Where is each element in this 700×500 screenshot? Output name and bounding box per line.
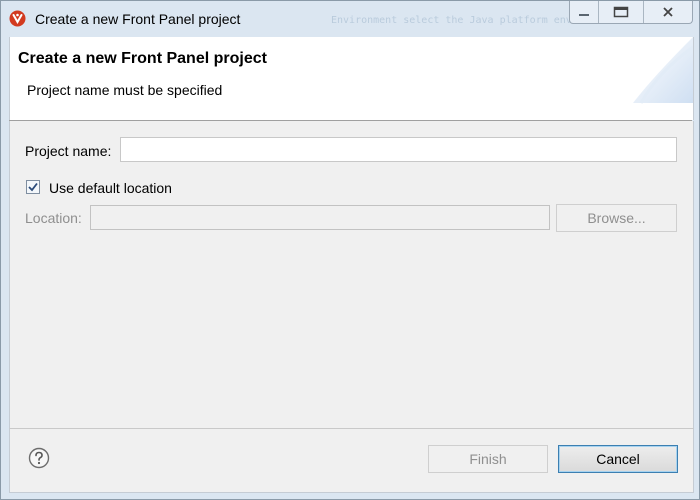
minimize-button[interactable] [570, 1, 598, 23]
finish-button[interactable]: Finish [428, 445, 548, 473]
dialog-window: Create a new Front Panel project Environ… [0, 0, 700, 500]
error-message: Project name must be specified [27, 82, 223, 98]
window-title: Create a new Front Panel project [35, 11, 241, 27]
help-icon[interactable] [28, 447, 50, 469]
cancel-button[interactable]: Cancel [558, 445, 678, 473]
minimize-icon [579, 14, 589, 16]
window-controls [569, 1, 693, 24]
dialog-footer: Finish Cancel [9, 428, 694, 493]
wizard-banner-graphic [633, 37, 693, 104]
use-default-location-checkbox[interactable] [26, 180, 40, 194]
form-area: Project name: Use default location Locat… [9, 121, 694, 428]
project-name-label: Project name: [25, 143, 112, 159]
maximize-button[interactable] [598, 1, 643, 23]
browse-button[interactable]: Browse... [556, 204, 677, 232]
eclipse-app-icon [9, 10, 26, 27]
wizard-header: Create a new Front Panel project Project… [9, 37, 694, 120]
location-label: Location: [25, 210, 82, 226]
close-button[interactable] [643, 1, 692, 23]
page-title: Create a new Front Panel project [18, 50, 267, 67]
close-icon [663, 7, 673, 17]
maximize-icon [613, 6, 629, 18]
location-input[interactable] [90, 205, 550, 230]
project-name-input[interactable] [120, 137, 677, 162]
use-default-location-label[interactable]: Use default location [49, 180, 172, 196]
checkmark-icon [28, 182, 38, 192]
title-bar[interactable]: Create a new Front Panel project Environ… [1, 1, 699, 37]
